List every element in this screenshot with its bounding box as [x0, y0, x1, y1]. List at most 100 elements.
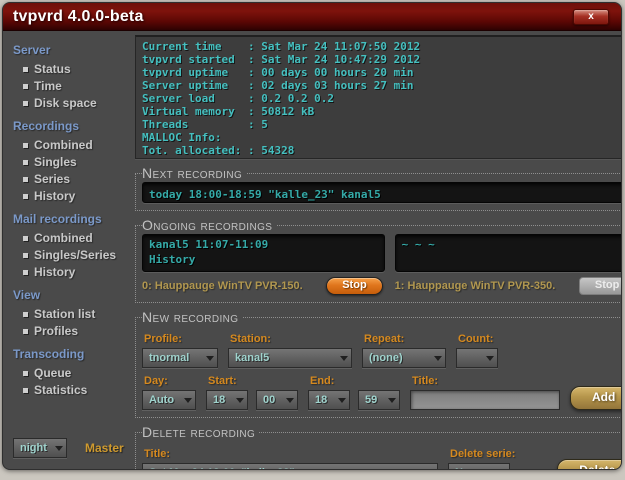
dropdown-arrow-icon [434, 355, 442, 361]
repeat-select[interactable]: (none) [362, 348, 446, 368]
sidebar: Server Status Time Disk space Recordings… [3, 31, 133, 469]
add-button[interactable]: Add [570, 386, 621, 410]
bullet-icon [23, 100, 28, 106]
tuner-label-1: 1: Hauppauge WinTV PVR-350. [394, 280, 556, 292]
tuner-label-0: 0: Hauppauge WinTV PVR-150. [142, 280, 303, 292]
bullet-icon [23, 252, 28, 258]
sidebar-item-combined[interactable]: Combined [23, 138, 133, 152]
sidebar-section-mail-recordings: Mail recordings [13, 212, 102, 226]
sidebar-section-transcoding: Transcoding [13, 347, 85, 361]
day-select[interactable]: Auto [142, 390, 196, 410]
sidebar-item-profiles[interactable]: Profiles [23, 324, 133, 338]
sidebar-item-status[interactable]: Status [23, 62, 133, 76]
sidebar-section-view: View [13, 288, 41, 302]
bullet-icon [23, 193, 28, 199]
delete-button[interactable]: Delete [557, 459, 621, 469]
window-title: tvpvrd 4.0.0-beta [13, 7, 144, 25]
close-icon: x [588, 11, 594, 22]
stop-button-0[interactable]: Stop [326, 277, 383, 295]
next-recording-legend: Next recording [142, 165, 243, 181]
delete-recording-section: Delete recording Title: Sat Mar 24 18:00… [135, 424, 621, 469]
delete-title-select[interactable]: Sat Mar 24 18:00 "kalle_23" [142, 463, 438, 469]
bullet-icon [23, 269, 28, 275]
delete-serie-label: Delete serie: [450, 448, 516, 460]
end-label: End: [310, 375, 335, 387]
start-label: Start: [208, 375, 237, 387]
count-label: Count: [458, 333, 494, 345]
end-minute-select[interactable]: 59 [358, 390, 400, 410]
day-label: Day: [144, 375, 168, 387]
profile-label: Profile: [144, 333, 182, 345]
sidebar-section-server: Server [13, 43, 51, 57]
sidebar-item-disk-space[interactable]: Disk space [23, 96, 133, 110]
server-status-panel: Current time : Sat Mar 24 11:07:50 2012 … [135, 35, 621, 159]
ongoing-recordings-section: Ongoing recordings kanal5 11:07-11:09 Hi… [135, 217, 621, 303]
status-line-server-uptime: Server uptime : 02 days 03 hours 27 min [142, 79, 414, 92]
stop-button-1: Stop [578, 277, 621, 295]
title-label: Title: [412, 375, 439, 387]
sidebar-item-statistics[interactable]: Statistics [23, 383, 133, 397]
new-recording-legend: New recording [142, 309, 239, 325]
status-line-tvpvrd-uptime: tvpvrd uptime : 00 days 00 hours 20 min [142, 66, 414, 79]
sidebar-item-series[interactable]: Series [23, 172, 133, 186]
start-hour-select[interactable]: 18 [206, 390, 248, 410]
ongoing-recording-1: ~ ~ ~ [394, 234, 621, 272]
profile-select[interactable]: tnormal [142, 348, 218, 368]
bullet-icon [23, 328, 28, 334]
main-panel: Current time : Sat Mar 24 11:07:50 2012 … [133, 31, 621, 469]
status-line-tot-allocated: Tot. allocated: : 54328 [142, 144, 295, 157]
dropdown-arrow-icon [338, 397, 346, 403]
dropdown-arrow-icon [340, 355, 348, 361]
close-button[interactable]: x [573, 8, 609, 25]
start-minute-select[interactable]: 00 [256, 390, 298, 410]
bullet-icon [23, 176, 28, 182]
app-window: tvpvrd 4.0.0-beta x Server Status Time D… [2, 2, 622, 470]
sidebar-item-station-list[interactable]: Station list [23, 307, 133, 321]
count-select[interactable] [456, 348, 498, 368]
bullet-icon [23, 387, 28, 393]
title-input[interactable] [410, 390, 560, 410]
repeat-label: Repeat: [364, 333, 405, 345]
station-select[interactable]: kanal5 [228, 348, 352, 368]
status-line-server-load: Server load : 0.2 0.2 0.2 [142, 92, 335, 105]
bullet-icon [23, 370, 28, 376]
dropdown-arrow-icon [486, 355, 494, 361]
sidebar-item-mail-singles-series[interactable]: Singles/Series [23, 248, 133, 262]
bullet-icon [23, 159, 28, 165]
sidebar-section-recordings: Recordings [13, 119, 80, 133]
sidebar-item-queue[interactable]: Queue [23, 366, 133, 380]
status-line-current-time: Current time : Sat Mar 24 11:07:50 2012 [142, 40, 421, 53]
title-bar[interactable]: tvpvrd 4.0.0-beta x [3, 3, 621, 31]
delete-serie-select[interactable]: No [448, 463, 510, 469]
end-hour-select[interactable]: 18 [308, 390, 350, 410]
next-recording-entry: today 18:00-18:59 "kalle_23" kanal5 [142, 182, 621, 203]
sidebar-item-mail-combined[interactable]: Combined [23, 231, 133, 245]
ongoing-card-1: ~ ~ ~ 1: Hauppauge WinTV PVR-350. Stop [394, 234, 621, 295]
delete-recording-legend: Delete recording [142, 424, 256, 440]
theme-select[interactable]: night [13, 438, 67, 458]
bullet-icon [23, 235, 28, 241]
ongoing-card-0: kanal5 11:07-11:09 History 0: Hauppauge … [142, 234, 385, 295]
station-label: Station: [230, 333, 271, 345]
ongoing-recordings-legend: Ongoing recordings [142, 217, 273, 233]
bullet-icon [23, 66, 28, 72]
delete-title-label: Title: [144, 448, 171, 460]
sidebar-item-singles[interactable]: Singles [23, 155, 133, 169]
status-line-started: tvpvrd started : Sat Mar 24 10:47:29 201… [142, 53, 421, 66]
status-line-malloc-info: MALLOC Info: [142, 131, 222, 144]
dropdown-arrow-icon [236, 397, 244, 403]
dropdown-arrow-icon [184, 397, 192, 403]
ongoing-recording-0: kanal5 11:07-11:09 History [142, 234, 385, 272]
bullet-icon [23, 311, 28, 317]
sidebar-item-time[interactable]: Time [23, 79, 133, 93]
dropdown-arrow-icon [286, 397, 294, 403]
status-line-virtual-memory: Virtual memory : 50812 kB [142, 105, 315, 118]
role-label: Master [85, 441, 124, 455]
bullet-icon [23, 142, 28, 148]
new-recording-section: New recording Profile: tnormal Station: … [135, 309, 621, 418]
dropdown-arrow-icon [206, 355, 214, 361]
status-line-threads: Threads : 5 [142, 118, 268, 131]
sidebar-item-history[interactable]: History [23, 189, 133, 203]
dropdown-arrow-icon [55, 445, 63, 451]
sidebar-item-mail-history[interactable]: History [23, 265, 133, 279]
